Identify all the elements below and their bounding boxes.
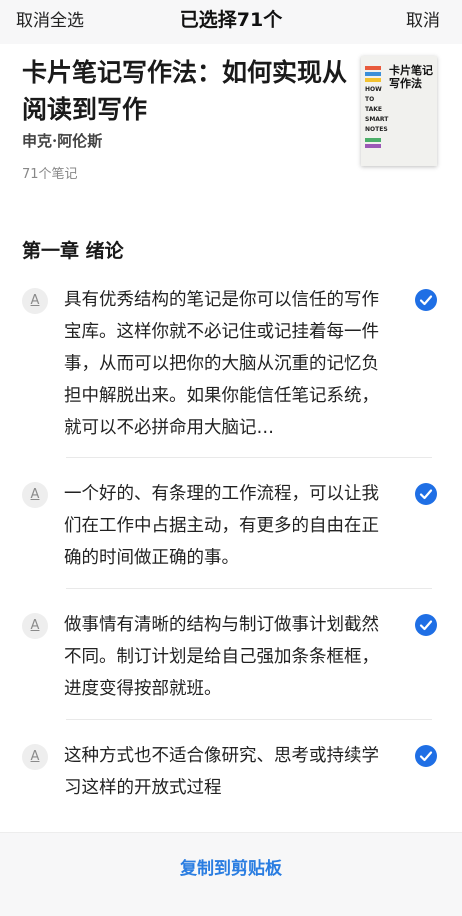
note-text: 具有优秀结构的笔记是你可以信任的写作宝库。这样你就不必记住或记挂着每一件事，从而… [64, 290, 379, 438]
divider [66, 457, 432, 458]
note-count: 71个笔记 [22, 167, 78, 182]
cover-en-word: NOTES [365, 126, 388, 133]
cover-stripe [365, 72, 381, 76]
book-title: 卡片笔记写作法：如何实现从阅读到写作 [22, 58, 348, 124]
highlight-icon: A [22, 613, 48, 639]
top-bar: 取消全选 已选择71个 取消 [0, 0, 462, 44]
chapter-heading: 第一章 绪论 [22, 240, 124, 262]
cover-en-word: TO [365, 96, 375, 103]
book-author: 申克·阿伦斯 [22, 132, 103, 150]
divider [66, 719, 432, 720]
copy-to-clipboard-button[interactable]: 复制到剪贴板 [0, 854, 462, 879]
checkmark-icon[interactable] [415, 614, 437, 636]
note-text: 这种方式也不适合像研究、思考或持续学习这样的开放式过程 [64, 746, 379, 798]
cancel-button[interactable]: 取消 [406, 6, 440, 31]
note-text: 做事情有清晰的结构与制订做事计划截然不同。制订计划是给自己强加条条框框，进度变得… [64, 615, 379, 699]
cover-title: 卡片笔记写作法 [389, 64, 433, 90]
checkmark-icon[interactable] [415, 483, 437, 505]
cover-stripe [365, 66, 381, 70]
highlight-icon: A [22, 288, 48, 314]
bottom-bar: 复制到剪贴板 [0, 832, 462, 916]
cover-stripe [365, 78, 381, 82]
cover-en-word: TAKE [365, 106, 383, 113]
checkmark-icon[interactable] [415, 289, 437, 311]
selection-count-title: 已选择71个 [179, 9, 283, 31]
cover-stripe [365, 138, 381, 142]
book-cover[interactable]: HOW TO TAKE SMART NOTES 卡片笔记写作法 [361, 56, 437, 166]
divider [66, 588, 432, 589]
checkmark-icon[interactable] [415, 745, 437, 767]
cover-stripe [365, 144, 381, 148]
cover-en-word: SMART [365, 116, 389, 123]
highlight-icon: A [22, 482, 48, 508]
highlight-icon: A [22, 744, 48, 770]
cover-en-word: HOW [365, 86, 382, 93]
note-text: 一个好的、有条理的工作流程，可以让我们在工作中占据主动，有更多的自由在正确的时间… [64, 484, 379, 568]
